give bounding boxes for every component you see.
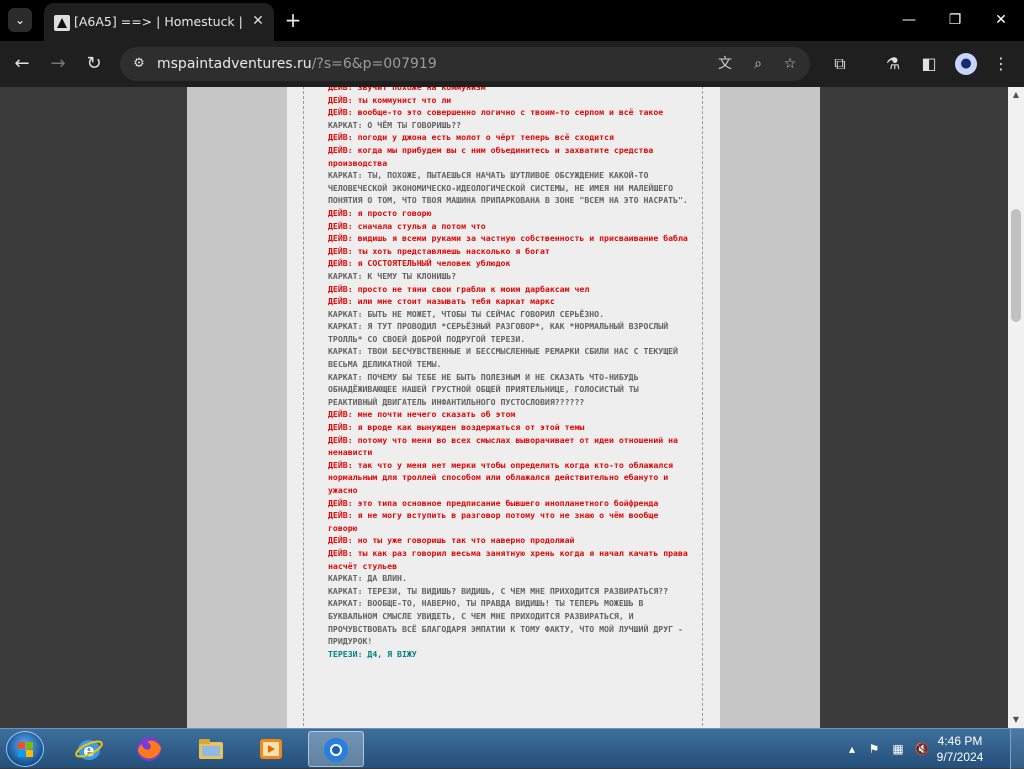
log-line-karkat: КАРКАТ: ТЫ, ПОХОЖЕ, ПЫТАЕШЬСЯ НАЧАТЬ ШУТ… xyxy=(328,170,688,206)
file-explorer-icon xyxy=(199,739,223,759)
scrollbar-thumb[interactable] xyxy=(1011,209,1021,322)
log-line-dave: ДЕЙВ: но ты уже говоришь так что наверно… xyxy=(328,535,575,546)
close-icon[interactable]: ✕ xyxy=(249,12,267,30)
pesterlog-lines: ДЕЙВ: звучит похоже на коммунизм ДЕЙВ: ты… xyxy=(328,87,688,660)
chrome-beta-icon xyxy=(324,738,348,762)
log-line-dave: ДЕЙВ: я СОСТОЯТЕЛЬНЫЙ человек ублюдок xyxy=(328,258,511,269)
taskbar-internet-explorer[interactable]: e xyxy=(62,731,118,767)
labs-icon[interactable]: ⚗ xyxy=(880,51,906,77)
forward-icon[interactable]: → xyxy=(45,51,71,77)
extensions-icon[interactable]: ⧉ xyxy=(827,51,853,77)
network-icon[interactable]: ▦ xyxy=(890,741,906,757)
clock-time: 4:46 PM xyxy=(937,734,983,748)
log-line-dave: ДЕЙВ: я не могу вступить в разговор пото… xyxy=(328,510,664,533)
log-line-dave: ДЕЙВ: видишь я всеми руками за частную с… xyxy=(328,233,688,244)
clock-date: 9/7/2024 xyxy=(936,750,984,764)
url-text[interactable]: mspaintadventures.ru/?s=6&p=007919 xyxy=(157,56,437,72)
taskbar-chrome-beta[interactable] xyxy=(308,731,364,767)
log-line-dave: ДЕЙВ: так что у меня нет мерки чтобы опр… xyxy=(328,459,678,495)
taskbar-firefox[interactable] xyxy=(122,731,178,767)
address-bar[interactable]: ⚙ mspaintadventures.ru/?s=6&p=007919 文 ⌕… xyxy=(120,47,810,81)
log-line-dave: ДЕЙВ: вообще-то это совершенно логично с… xyxy=(328,107,664,118)
back-icon[interactable]: ← xyxy=(9,51,35,77)
reload-icon[interactable]: ↻ xyxy=(81,51,107,77)
log-line-dave: ДЕЙВ: просто не тяни свои грабли к моим … xyxy=(328,283,590,294)
log-line-dave: ДЕЙВ: ты как раз говорил весьма занятную… xyxy=(328,547,693,571)
show-desktop-button[interactable] xyxy=(1010,729,1024,769)
log-line-karkat: КАРКАТ: ТВОИ БЕСЧУВСТВЕННЫЕ И БЕССМЫСЛЕН… xyxy=(328,346,683,370)
log-line-dave: ДЕЙВ: я просто говорю xyxy=(328,207,432,218)
windows-logo-icon xyxy=(18,742,34,758)
log-line-dave: ДЕЙВ: погоди у джона есть молот о чёрт т… xyxy=(328,132,614,143)
page-margin-right xyxy=(720,87,820,728)
log-line-terezi: ТЕРЕЗИ: Д4, Я ВIЖУ xyxy=(328,648,417,659)
log-line-dave: ДЕЙВ: ты хоть представляешь насколько я … xyxy=(328,245,550,256)
taskbar-file-explorer[interactable] xyxy=(184,731,240,767)
menu-icon[interactable]: ⋮ xyxy=(988,51,1014,77)
side-panel-icon[interactable]: ◧ xyxy=(916,51,942,77)
firefox-icon xyxy=(137,737,161,761)
log-line-karkat: КАРКАТ: Я ТУТ ПРОВОДИЛ *СЕРЬЁЗНЫЙ РАЗГОВ… xyxy=(328,321,674,344)
url-host: mspaintadventures.ru xyxy=(157,56,312,72)
url-path: /?s=6&p=007919 xyxy=(311,56,437,72)
site-info-icon[interactable]: ⚙ xyxy=(130,55,148,73)
log-line-karkat: КАРКАТ: ВООБЩЕ-ТО, НАВЕРНО, ТЫ ПРАВДА ВИ… xyxy=(328,598,688,647)
log-line-karkat: КАРКАТ: О ЧЁМ ТЫ ГОВОРИШЬ?? xyxy=(328,119,462,130)
log-line-dave: ДЕЙВ: мне почти нечего сказать об этом xyxy=(328,409,516,420)
tab-strip: ⌄ [A6A5] ==> | Homestuck | MS ✕ + — ❐ ✕ xyxy=(0,0,1024,41)
log-line-karkat: КАРКАТ: К ЧЕМУ ТЫ КЛОНИШЬ? xyxy=(328,270,457,281)
tab-title: [A6A5] ==> | Homestuck | MS xyxy=(74,14,244,29)
log-line-dave: ДЕЙВ: потому что меня во всех смыслах вы… xyxy=(328,434,683,458)
volume-muted-icon[interactable]: 🔇 xyxy=(914,741,930,757)
log-line-dave: ДЕЙВ: сначала стулья а потом что xyxy=(328,220,486,231)
new-tab-icon[interactable]: + xyxy=(282,9,304,31)
start-button[interactable] xyxy=(6,731,44,767)
log-line-karkat: КАРКАТ: БЫТЬ НЕ МОЖЕТ, ЧТОБЫ ТЫ СЕЙЧАС Г… xyxy=(328,308,605,319)
log-line-dave: ДЕЙВ: звучит похоже на коммунизм xyxy=(328,87,486,92)
log-line-karkat: КАРКАТ: ПОЧЕМУ БЫ ТЕБЕ НЕ БЫТЬ ПОЛЕЗНЫМ … xyxy=(328,371,644,407)
page-viewport: ДЕЙВ: звучит похоже на коммунизм ДЕЙВ: ты… xyxy=(0,87,1024,728)
bookmark-star-icon[interactable]: ☆ xyxy=(779,53,801,75)
close-window-icon[interactable]: ✕ xyxy=(988,8,1014,32)
system-clock[interactable]: 4:46 PM 9/7/2024 xyxy=(930,733,990,765)
pesterlog: ДЕЙВ: звучит похоже на коммунизм ДЕЙВ: ты… xyxy=(303,87,703,728)
browser-toolbar: ← → ↻ ⚙ mspaintadventures.ru/?s=6&p=0079… xyxy=(0,41,1024,87)
comic-panel: ДЕЙВ: звучит похоже на коммунизм ДЕЙВ: ты… xyxy=(287,87,720,728)
vertical-scrollbar[interactable]: ▲ ▼ xyxy=(1008,87,1024,728)
internet-explorer-icon: e xyxy=(75,740,103,761)
minimize-icon[interactable]: — xyxy=(896,8,922,32)
log-line-dave: ДЕЙВ: когда мы прибудем вы с ним объедин… xyxy=(328,144,659,168)
windows-taskbar: e ▴ ⚑ ▦ 🔇 4:46 PM 9/7/2024 xyxy=(0,728,1024,769)
tab-active[interactable]: [A6A5] ==> | Homestuck | MS ✕ xyxy=(44,3,274,41)
translate-icon[interactable]: 文 xyxy=(714,53,736,75)
scroll-up-icon[interactable]: ▲ xyxy=(1008,87,1024,103)
taskbar-media-player[interactable] xyxy=(244,731,300,767)
log-line-dave: ДЕЙВ: это типа основное предписание бывш… xyxy=(328,497,659,508)
favicon-icon xyxy=(54,15,70,31)
log-line-dave: ДЕЙВ: или мне стоит называть тебя каркат… xyxy=(328,296,555,307)
log-line-dave: ДЕЙВ: я вроде как вынужден воздержаться … xyxy=(328,422,585,433)
log-line-karkat: КАРКАТ: ДА ВЛИН. xyxy=(328,573,407,584)
log-line-dave: ДЕЙВ: ты коммунист что ли xyxy=(328,94,452,105)
restore-icon[interactable]: ❐ xyxy=(942,8,968,32)
show-hidden-icons-icon[interactable]: ▴ xyxy=(844,741,860,757)
page-margin-left xyxy=(187,87,287,728)
media-player-icon xyxy=(260,739,282,759)
log-line-karkat: КАРКАТ: ТЕРЕЗИ, ТЫ ВИДИШЬ? ВИДИШЬ, С ЧЕМ… xyxy=(328,585,669,596)
zoom-icon[interactable]: ⌕ xyxy=(747,53,769,75)
tab-search-icon[interactable]: ⌄ xyxy=(8,8,32,32)
scroll-down-icon[interactable]: ▼ xyxy=(1008,712,1024,728)
profile-icon[interactable]: ● xyxy=(955,53,977,75)
action-center-flag-icon[interactable]: ⚑ xyxy=(866,741,882,757)
